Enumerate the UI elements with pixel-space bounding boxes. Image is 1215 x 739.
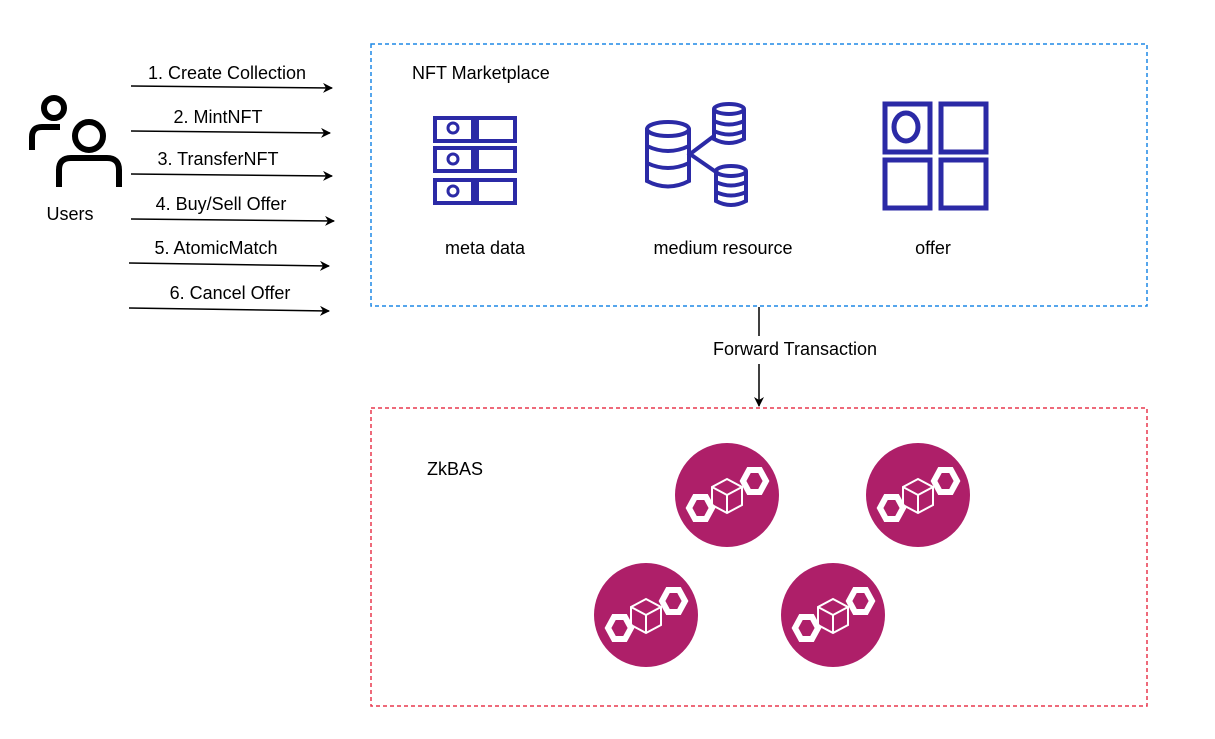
metadata-grid-icon [433, 116, 517, 205]
users-icon [29, 95, 122, 187]
users-label: Users [46, 204, 93, 224]
action-arrow [128, 260, 330, 271]
marketplace-box [370, 43, 1148, 307]
action-label: 1. Create Collection [148, 63, 306, 83]
action-label: 6. Cancel Offer [170, 283, 291, 303]
action-arrow [130, 82, 333, 93]
action-arrow [130, 215, 335, 226]
action-arrow [128, 305, 330, 316]
action-label: 4. Buy/Sell Offer [156, 194, 287, 214]
zkbas-box [370, 407, 1148, 707]
component-label: medium resource [653, 238, 792, 258]
action-label: 2. MintNFT [173, 107, 262, 127]
zkbas-title: ZkBAS [427, 459, 483, 479]
blockchain-node-icon [781, 563, 885, 667]
architecture-diagram: Users 1. Create Collection 2. MintNFT 3.… [0, 0, 1215, 739]
forward-label: Forward Transaction [713, 339, 877, 359]
component-label: offer [915, 238, 951, 258]
action-label: 5. AtomicMatch [154, 238, 277, 258]
database-share-icon [645, 102, 748, 207]
offer-grid-icon [882, 101, 989, 211]
action-arrow [130, 170, 333, 181]
action-arrow [130, 127, 331, 138]
component-label: meta data [445, 238, 526, 258]
blockchain-node-icon [866, 443, 970, 547]
action-label: 3. TransferNFT [157, 149, 278, 169]
blockchain-node-icon [594, 563, 698, 667]
marketplace-title: NFT Marketplace [412, 63, 550, 83]
blockchain-node-icon [675, 443, 779, 547]
